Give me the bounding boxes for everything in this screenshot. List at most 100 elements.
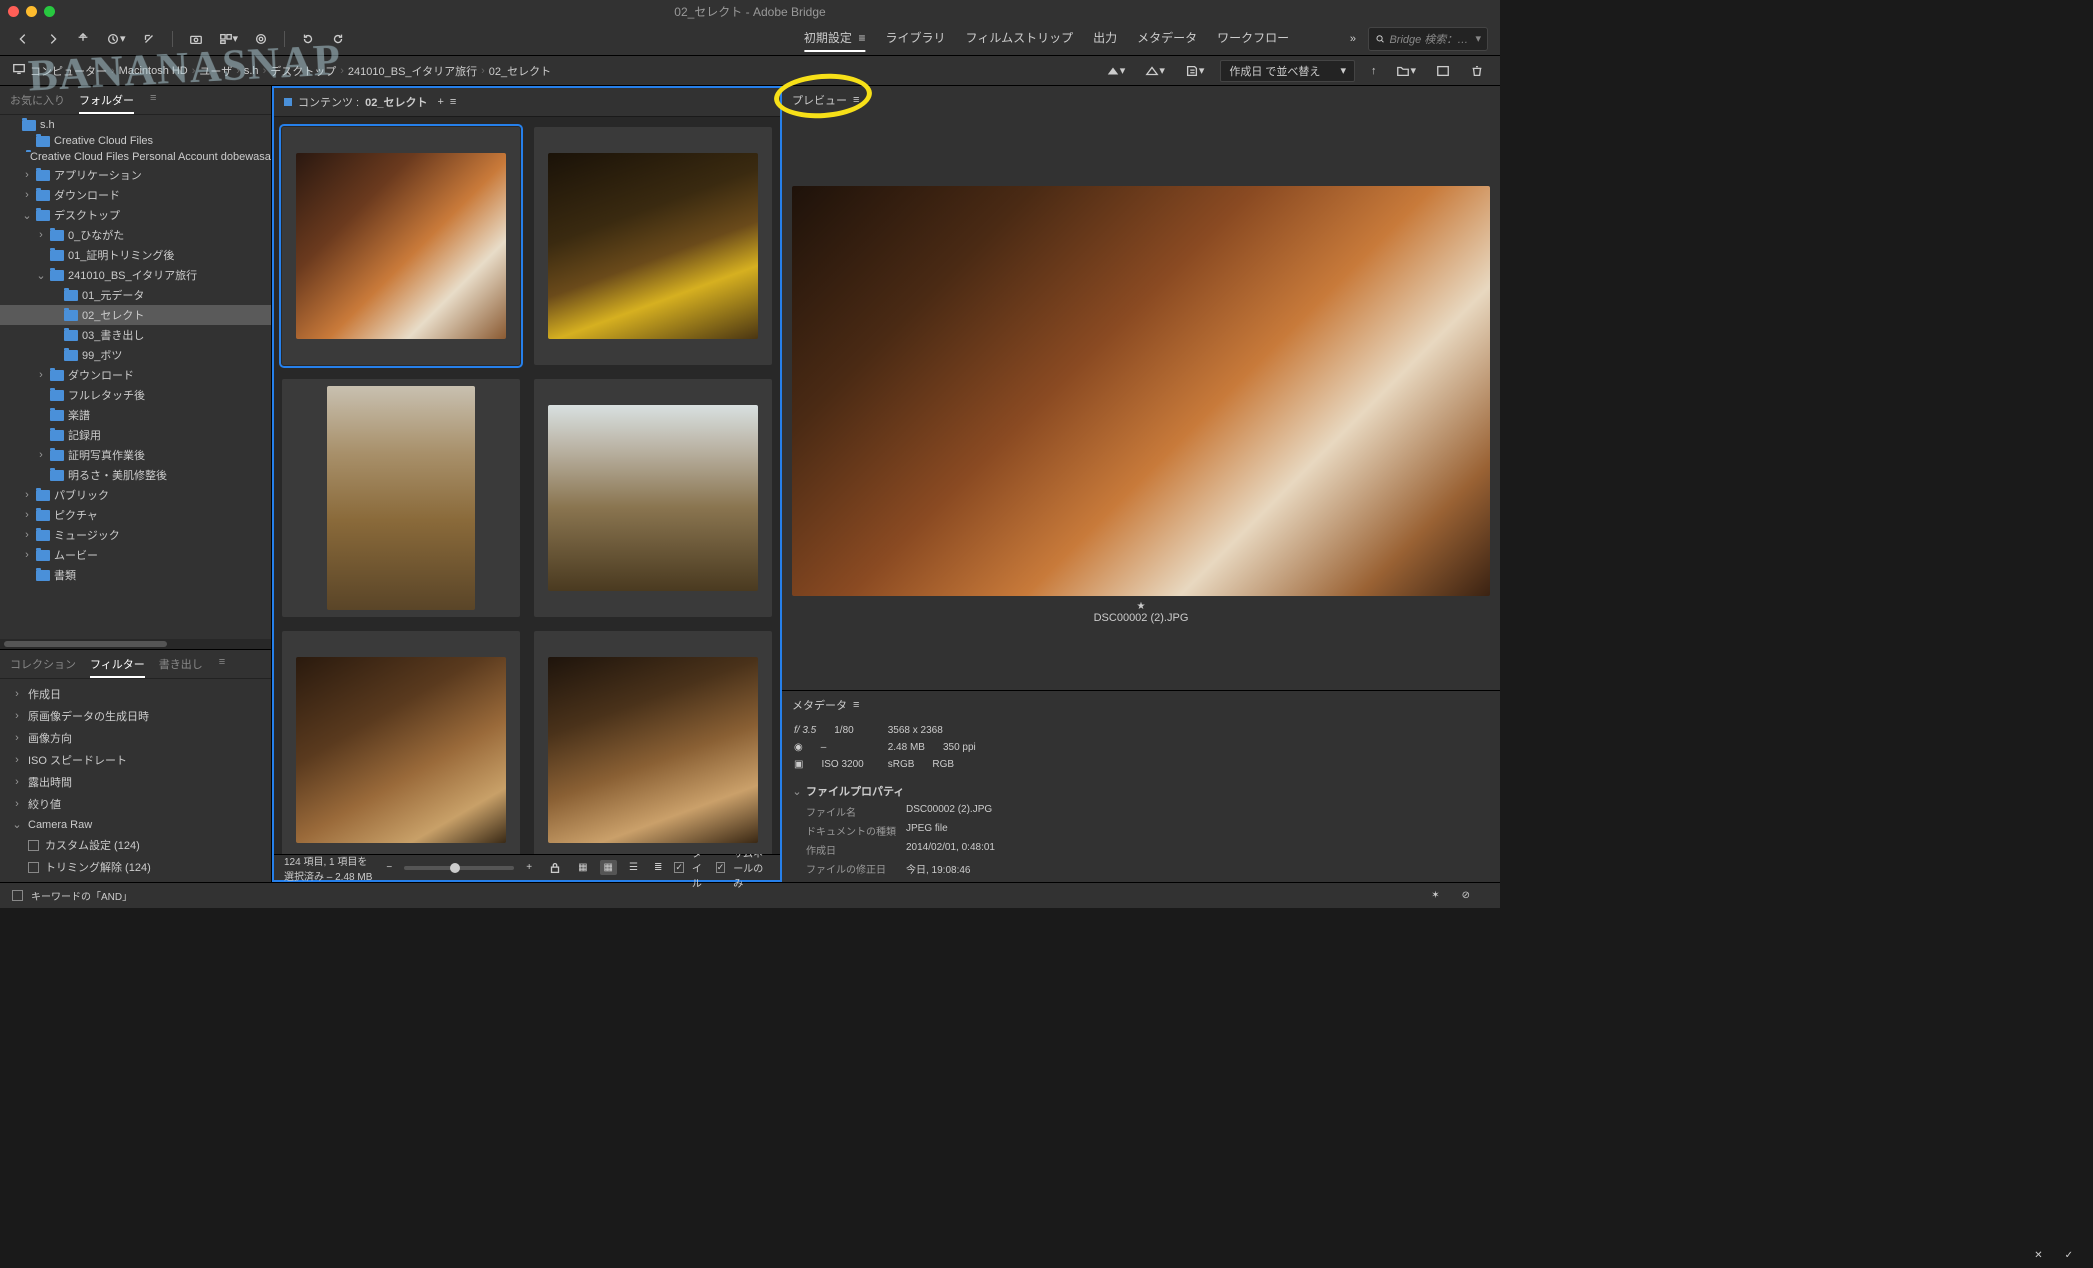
tree-item[interactable]: 02_セレクト	[0, 305, 271, 325]
thumbnail[interactable]	[534, 127, 772, 365]
open-recent-button[interactable]	[1432, 62, 1454, 80]
lock-thumbnail-button[interactable]	[544, 859, 566, 877]
filter-category[interactable]: ›絞り値	[0, 793, 271, 815]
tree-item[interactable]: s.h	[0, 117, 271, 133]
thumbnail[interactable]	[534, 379, 772, 617]
search-input[interactable]: Bridge 検索：現在の... ▾	[1368, 27, 1488, 51]
disclosure-icon[interactable]: ›	[22, 549, 32, 561]
tree-item[interactable]: 記録用	[0, 425, 271, 445]
disclosure-icon[interactable]: ⌄	[22, 209, 32, 222]
tree-item[interactable]: ›パブリック	[0, 485, 271, 505]
tree-item[interactable]: ›ダウンロード	[0, 365, 271, 385]
tree-item[interactable]: ›ダウンロード	[0, 185, 271, 205]
batch-rename-button[interactable]: ▾	[215, 30, 243, 48]
tree-item[interactable]: ›ピクチャ	[0, 505, 271, 525]
thumbnail[interactable]	[282, 379, 520, 617]
view-list-button[interactable]: ≣	[650, 860, 666, 875]
filter-category[interactable]: ›画像方向	[0, 727, 271, 749]
tree-item[interactable]: ›ムービー	[0, 545, 271, 565]
filter-category[interactable]: ›露出時間	[0, 771, 271, 793]
delete-button[interactable]	[1466, 62, 1488, 80]
panel-menu[interactable]: ≡	[150, 92, 156, 114]
preview-image[interactable]	[792, 186, 1490, 596]
panel-tab[interactable]: 書き出し	[159, 656, 203, 678]
breadcrumb-item[interactable]: 241010_BS_イタリア旅行	[348, 63, 477, 79]
breadcrumb-item[interactable]: Macintosh HD	[119, 65, 188, 77]
filter-category[interactable]: ›ISO スピードレート	[0, 749, 271, 771]
get-photos-button[interactable]	[185, 30, 207, 48]
breadcrumb-item[interactable]: ユーザ	[199, 63, 232, 79]
filter-keyword-button[interactable]: ▾	[1181, 62, 1209, 80]
workspace-tab[interactable]: メタデータ	[1137, 25, 1197, 52]
disclosure-icon[interactable]: ›	[22, 489, 32, 501]
apply-button[interactable]: ✓	[2061, 1248, 2077, 1263]
filter-item[interactable]: トリミング解除 (124)	[0, 856, 271, 878]
tree-item[interactable]: ⌄241010_BS_イタリア旅行	[0, 265, 271, 285]
thumbnail[interactable]	[282, 127, 520, 365]
breadcrumb-item[interactable]: 02_セレクト	[489, 63, 551, 79]
tile-checkbox[interactable]	[674, 862, 684, 873]
filter-category[interactable]: ›作成日	[0, 683, 271, 705]
close-window-button[interactable]	[8, 6, 19, 17]
breadcrumb-item[interactable]: コンピューター	[30, 63, 107, 79]
tree-item[interactable]: Creative Cloud Files	[0, 133, 271, 149]
filter-item[interactable]: カスタム設定 (124)	[0, 834, 271, 856]
breadcrumb-item[interactable]: s.h	[244, 65, 259, 77]
sort-dropdown[interactable]: 作成日 で並べ替え▾	[1220, 60, 1355, 82]
workspace-tab[interactable]: ライブラリ	[886, 25, 946, 52]
tree-scrollbar[interactable]	[0, 639, 271, 649]
disclosure-icon[interactable]: ⌄	[792, 785, 802, 798]
panel-tab[interactable]: お気に入り	[10, 92, 65, 114]
more-workspaces-button[interactable]: »	[1346, 31, 1360, 47]
panel-menu[interactable]: ≡	[219, 656, 225, 678]
thumbnail-size-slider[interactable]	[404, 866, 514, 870]
tree-item[interactable]: 03_書き出し	[0, 325, 271, 345]
rating-star-icon[interactable]: ★	[1137, 601, 1146, 612]
thumbnail[interactable]	[534, 631, 772, 854]
disclosure-icon[interactable]: ›	[36, 229, 46, 241]
disclosure-icon[interactable]: ›	[22, 169, 32, 181]
clear-icon[interactable]: ⊘	[1458, 888, 1474, 903]
tree-item[interactable]: ›アプリケーション	[0, 165, 271, 185]
rotate-cw-button[interactable]	[327, 30, 349, 48]
workspace-tab[interactable]: 出力	[1093, 25, 1117, 52]
tree-item[interactable]: 楽譜	[0, 405, 271, 425]
filter-checkbox[interactable]	[28, 862, 39, 873]
pin-icon[interactable]: ✶	[1427, 888, 1443, 903]
breadcrumb-item[interactable]: デスクトップ	[270, 63, 336, 79]
panel-tab[interactable]: フィルター	[90, 656, 145, 678]
tree-item[interactable]: 01_証明トリミング後	[0, 245, 271, 265]
disclosure-icon[interactable]: ⌄	[36, 269, 46, 282]
tree-item[interactable]: ›ミュージック	[0, 525, 271, 545]
disclosure-icon[interactable]: ›	[22, 189, 32, 201]
tree-item[interactable]: 99_ボツ	[0, 345, 271, 365]
filter-checkbox[interactable]	[28, 840, 39, 851]
disclosure-icon[interactable]: ›	[36, 449, 46, 461]
tree-item[interactable]: ›証明写真作業後	[0, 445, 271, 465]
tree-item[interactable]: ›0_ひながた	[0, 225, 271, 245]
disclosure-icon[interactable]: ›	[36, 369, 46, 381]
filter-category[interactable]: ›原画像データの生成日時	[0, 705, 271, 727]
new-folder-button[interactable]: ▾	[1392, 62, 1420, 80]
thumbnail-only-checkbox[interactable]	[716, 862, 726, 873]
tree-item[interactable]: Creative Cloud Files Personal Account do…	[0, 149, 271, 165]
panel-tab[interactable]: フォルダー	[79, 92, 134, 114]
tree-item[interactable]: ⌄デスクトップ	[0, 205, 271, 225]
preview-panel-menu[interactable]: ≡	[853, 94, 859, 106]
rotate-ccw-button[interactable]	[297, 30, 319, 48]
view-details-button[interactable]: ☰	[625, 860, 642, 875]
cancel-button[interactable]: ✕	[2030, 1248, 2046, 1263]
open-in-camera-raw-button[interactable]	[250, 30, 272, 48]
file-properties-section[interactable]: ファイルプロパティ	[806, 783, 904, 799]
forward-button[interactable]	[42, 30, 64, 48]
reveal-button[interactable]	[138, 30, 160, 48]
view-grid-button[interactable]: ▦	[574, 860, 591, 875]
thumbnail[interactable]	[282, 631, 520, 854]
disclosure-icon[interactable]: ›	[22, 509, 32, 521]
content-panel-menu[interactable]: ≡	[450, 96, 456, 108]
zoom-out-button[interactable]: −	[382, 860, 396, 875]
zoom-window-button[interactable]	[44, 6, 55, 17]
recent-dropdown[interactable]: ▾	[102, 30, 130, 48]
tree-item[interactable]: 明るさ・美肌修整後	[0, 465, 271, 485]
filter-rating-button[interactable]: ▾	[1102, 62, 1130, 80]
